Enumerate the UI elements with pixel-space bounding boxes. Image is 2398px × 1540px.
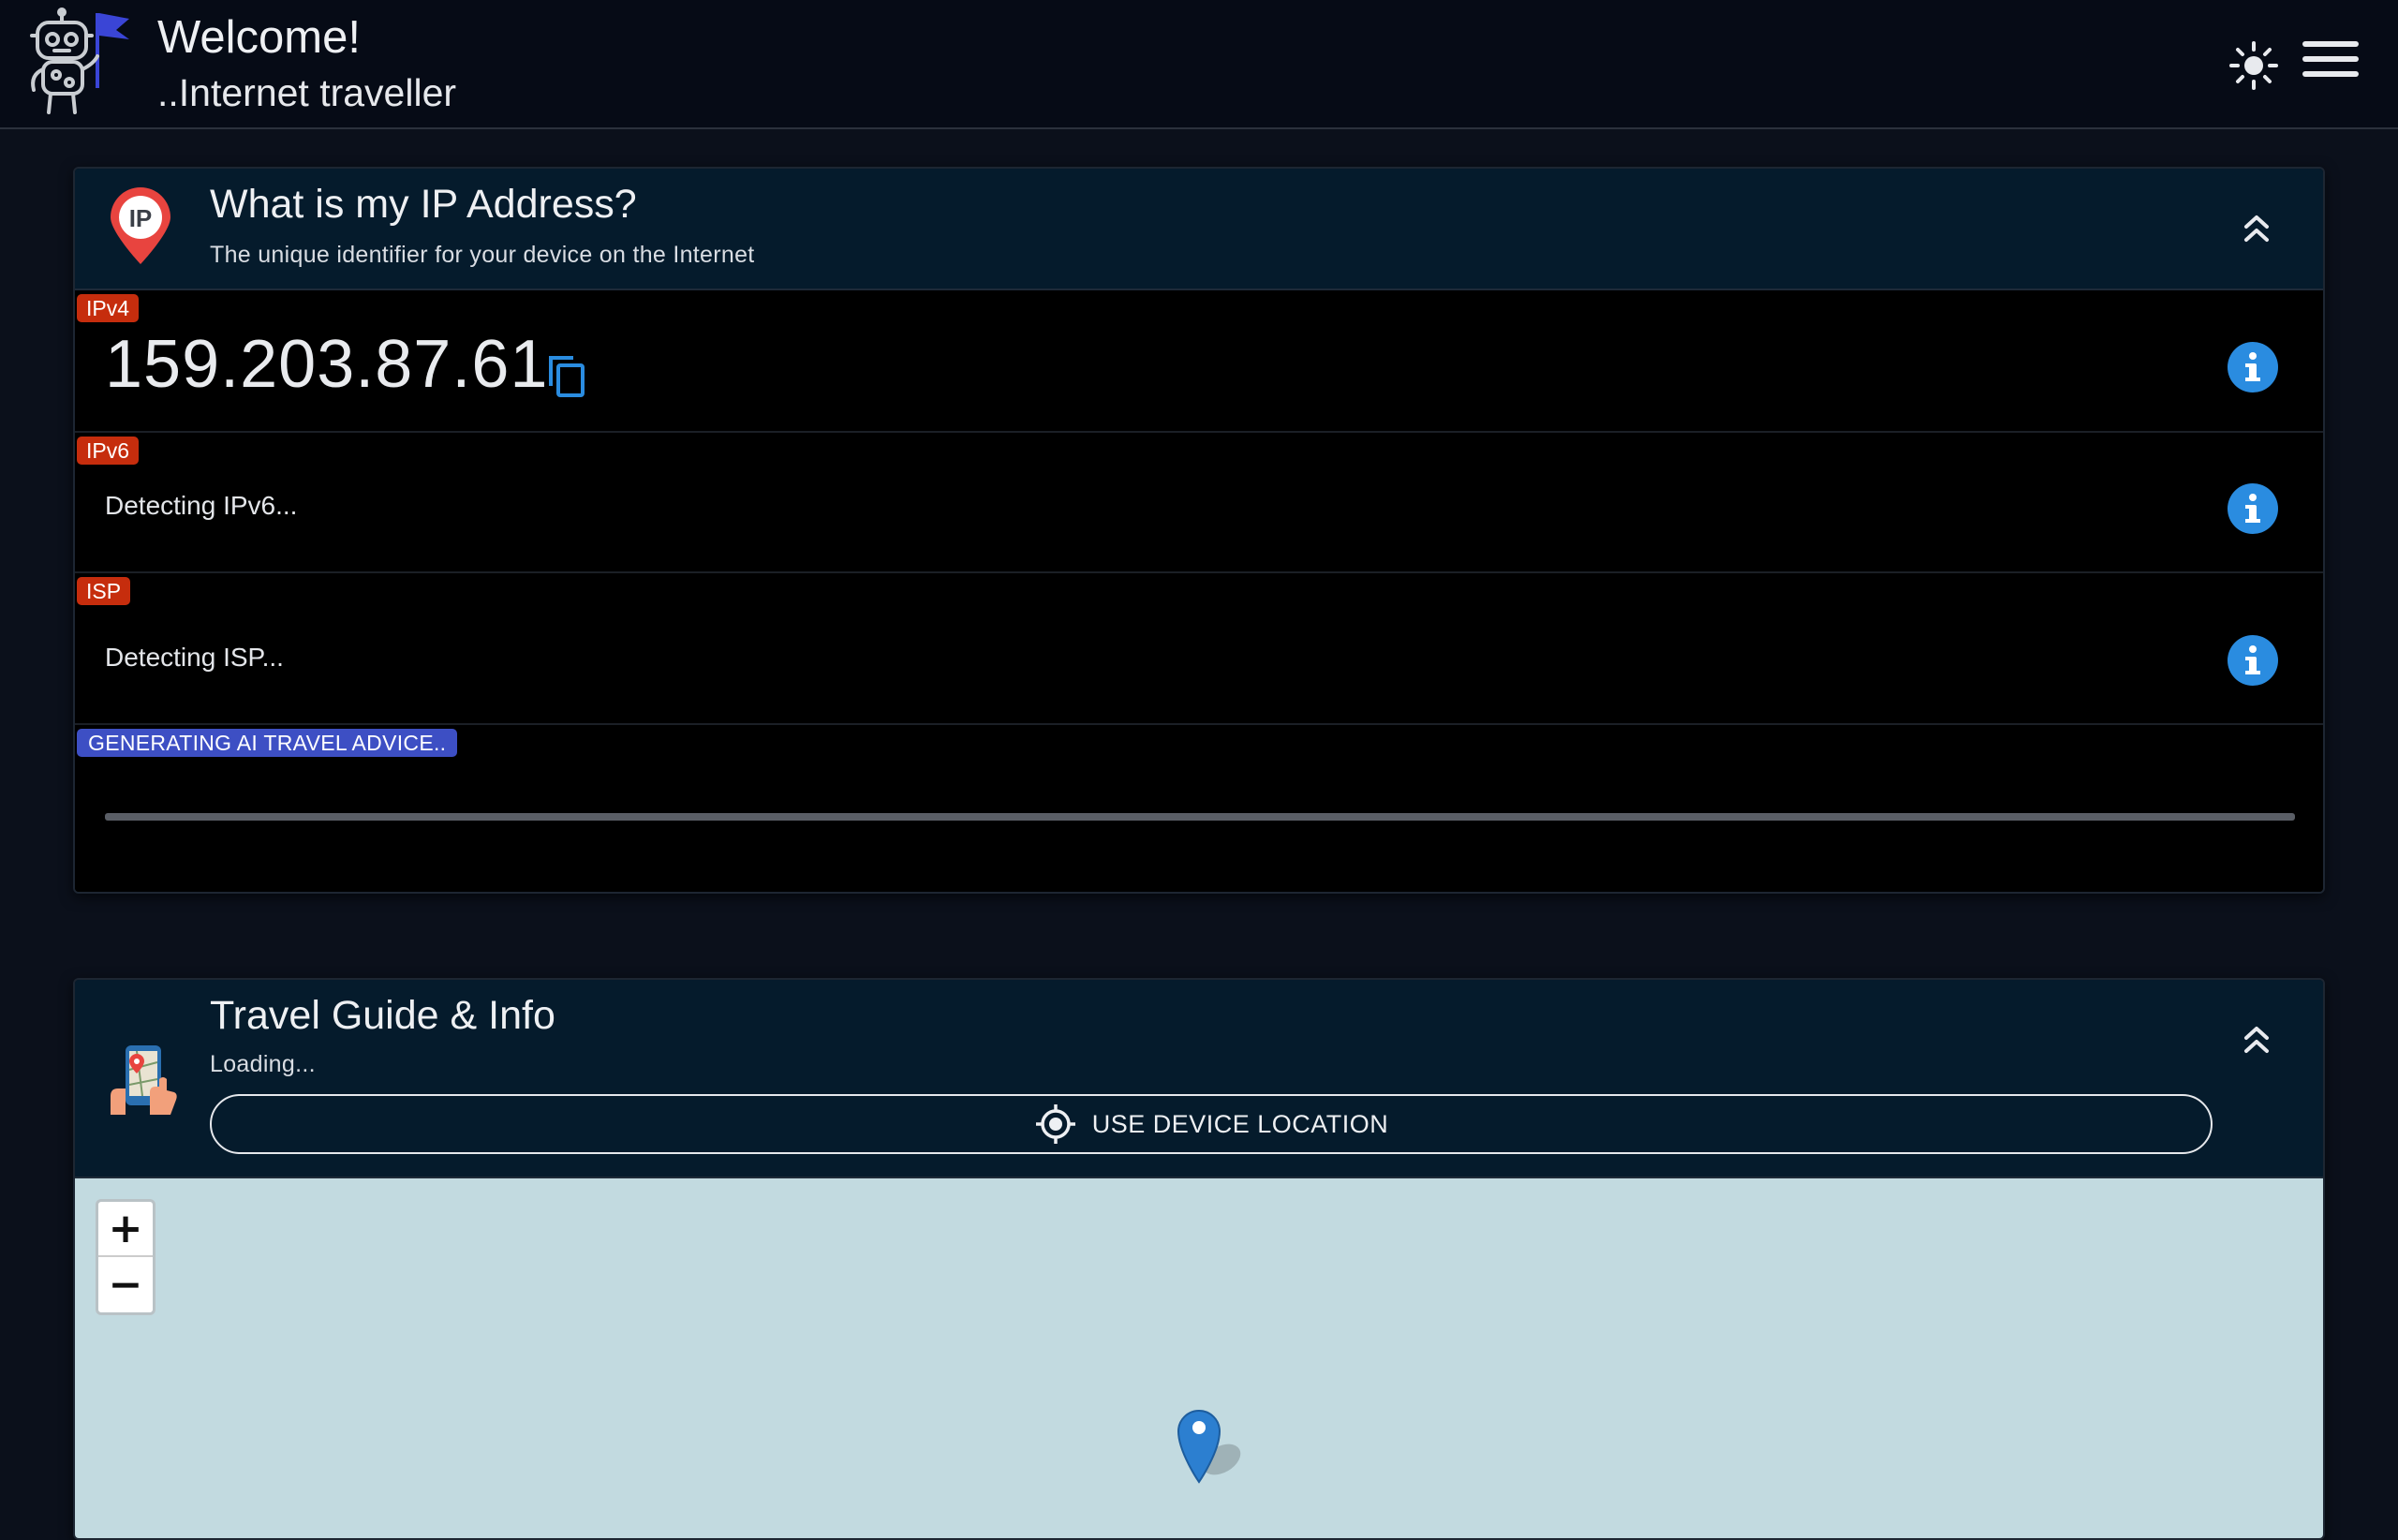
isp-value: Detecting ISP... (105, 643, 284, 672)
info-icon (2245, 494, 2260, 523)
robot-flag-icon (30, 7, 129, 114)
ipv4-address: 159.203.87.61 (105, 327, 549, 402)
travel-card-title: Travel Guide & Info (210, 993, 555, 1038)
ipv6-value: Detecting IPv6... (105, 491, 298, 520)
sun-icon[interactable] (2228, 39, 2280, 92)
ipv6-badge: IPv6 (77, 437, 140, 465)
double-chevron-up-icon[interactable] (2233, 206, 2280, 253)
ipv6-info-icon[interactable] (2228, 483, 2278, 534)
ai-advice-progress-fill (105, 813, 2295, 821)
ai-advice-row: GENERATING AI TRAVEL ADVICE.. (75, 725, 2323, 892)
info-icon (2245, 645, 2260, 674)
ip-location-pin-icon: IP (111, 187, 170, 264)
travel-map-phone-icon (111, 1045, 177, 1115)
isp-info-icon[interactable] (2228, 635, 2278, 686)
info-icon (2245, 352, 2260, 381)
welcome-heading: Welcome! (157, 12, 361, 63)
isp-row: ISP Detecting ISP... (75, 573, 2323, 725)
isp-badge: ISP (77, 577, 131, 605)
travel-card-status: Loading... (210, 1051, 316, 1077)
travel-guide-card: Travel Guide & Info Loading... USE DEVIC… (73, 978, 2325, 1540)
top-bar: Welcome! ..Internet traveller (0, 0, 2398, 129)
menu-line (2302, 56, 2359, 62)
map-marker-icon[interactable] (1175, 1403, 1253, 1488)
crosshair-icon (1035, 1104, 1075, 1144)
svg-text:IP: IP (129, 204, 153, 232)
ip-card-description: The unique identifier for your device on… (210, 242, 755, 268)
ipv4-row: IPv4 159.203.87.61 (75, 290, 2323, 433)
double-chevron-up-icon[interactable] (2233, 1017, 2280, 1064)
ipv6-row: IPv6 Detecting IPv6... (75, 433, 2323, 573)
use-device-location-button[interactable]: USE DEVICE LOCATION (210, 1094, 2213, 1154)
menu-line (2302, 71, 2359, 77)
ip-card-header[interactable]: IP What is my IP Address? The unique ide… (75, 169, 2323, 290)
travel-card-header[interactable]: Travel Guide & Info Loading... USE DEVIC… (75, 980, 2323, 1178)
zoom-in-button[interactable]: + (98, 1202, 153, 1257)
map-view[interactable]: + − (75, 1178, 2323, 1538)
menu-line (2302, 41, 2359, 47)
use-device-location-label: USE DEVICE LOCATION (1091, 1109, 1389, 1138)
ip-card-title: What is my IP Address? (210, 182, 637, 227)
welcome-subtitle: ..Internet traveller (157, 71, 457, 114)
map-zoom-control: + − (96, 1199, 155, 1315)
ai-advice-badge: GENERATING AI TRAVEL ADVICE.. (77, 729, 458, 757)
copy-icon[interactable] (543, 352, 588, 399)
ai-advice-progress (105, 813, 2295, 821)
hamburger-menu-icon[interactable] (2302, 41, 2359, 88)
ipv4-badge: IPv4 (77, 294, 140, 322)
ip-address-card: IP What is my IP Address? The unique ide… (73, 167, 2325, 894)
zoom-out-button[interactable]: − (98, 1257, 153, 1312)
ipv4-info-icon[interactable] (2228, 342, 2278, 392)
